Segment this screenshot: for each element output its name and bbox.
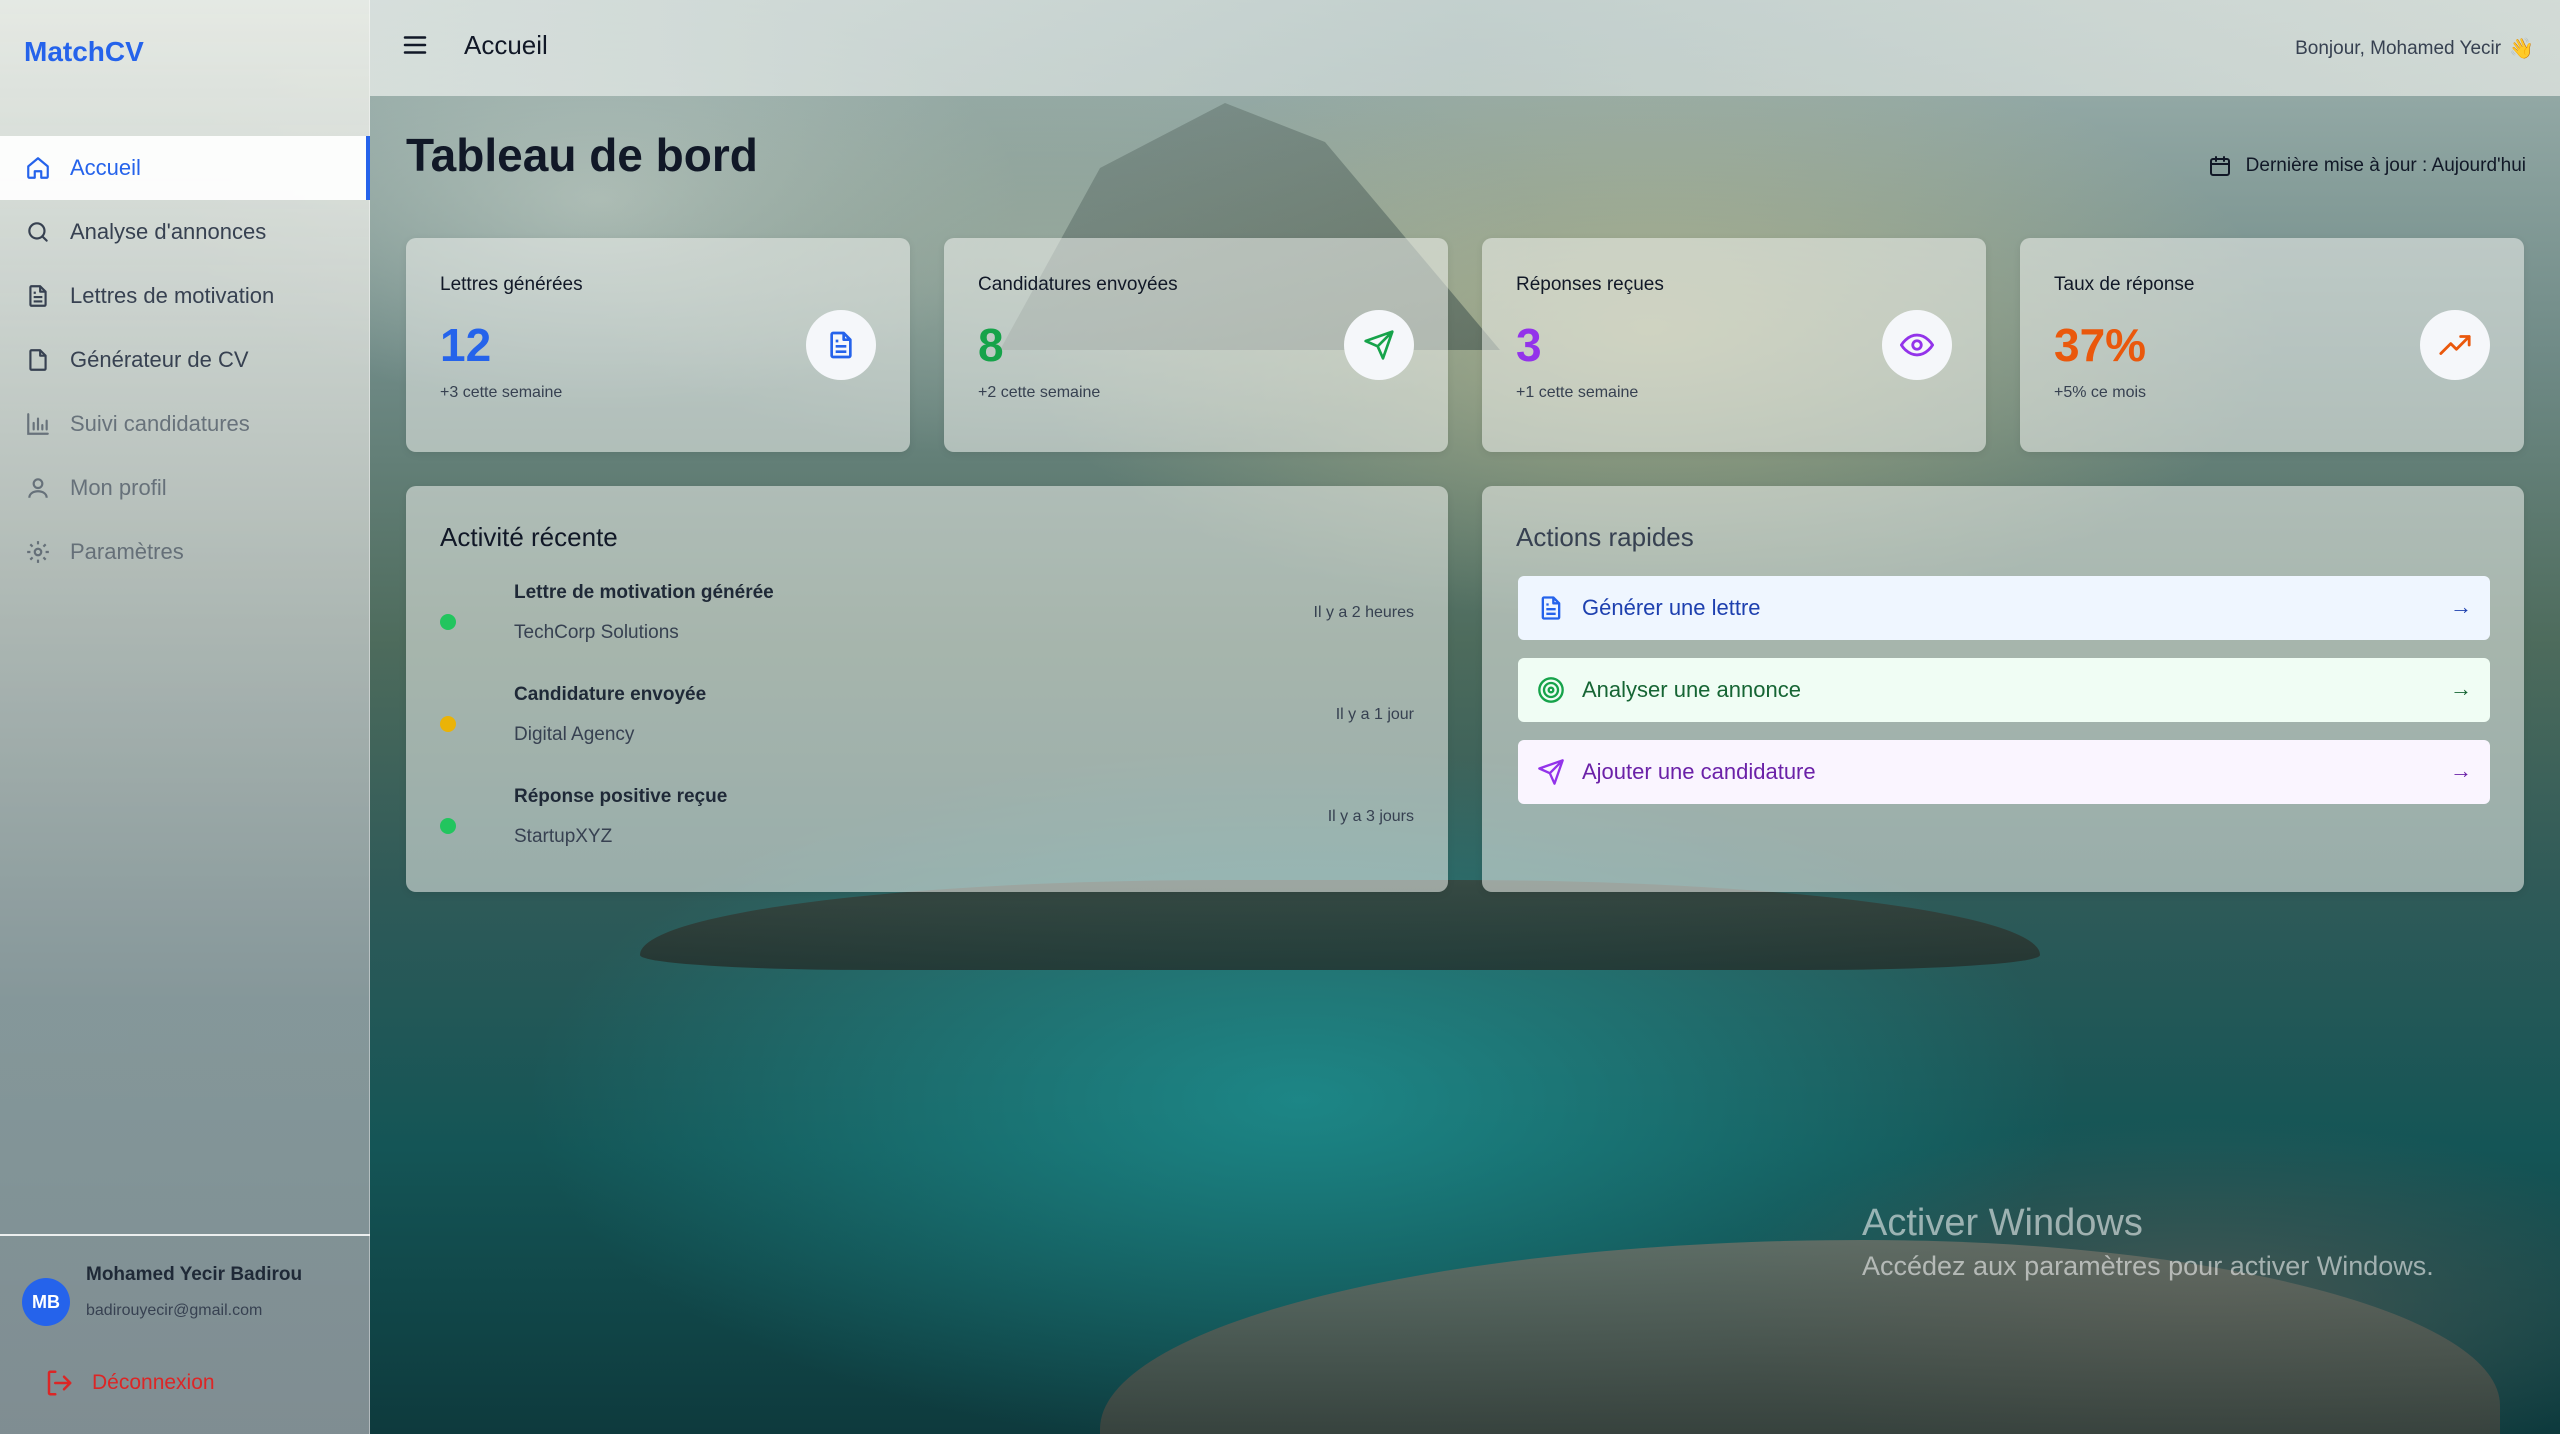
activity-subtitle: StartupXYZ	[514, 826, 613, 847]
activity-subtitle: Digital Agency	[514, 724, 635, 745]
document-icon	[24, 282, 52, 310]
stat-label: Lettres générées	[440, 274, 583, 295]
topbar: Accueil Bonjour, Mohamed Yecir 👋	[370, 0, 2560, 96]
status-dot	[440, 818, 456, 834]
analyze-ad-button[interactable]: Analyser une annonce →	[1518, 658, 2490, 722]
windows-activation-watermark: Activer Windows Accédez aux paramètres p…	[1862, 1202, 2434, 1282]
send-icon	[1344, 310, 1414, 380]
sidebar-item-label: Accueil	[70, 155, 141, 180]
panel-title: Activité récente	[440, 522, 618, 552]
sidebar-item-suivi[interactable]: Suivi candidatures	[0, 392, 370, 456]
activity-title: Réponse positive reçue	[514, 786, 728, 807]
watermark-title: Activer Windows	[1862, 1202, 2143, 1244]
menu-icon[interactable]	[400, 30, 430, 60]
target-icon	[1536, 675, 1566, 705]
stat-label: Candidatures envoyées	[978, 274, 1178, 295]
status-dot	[440, 716, 456, 732]
stat-card-reponses: Réponses reçues 3 +1 cette semaine	[1482, 238, 1986, 452]
send-icon	[1536, 757, 1566, 787]
activity-title: Candidature envoyée	[514, 684, 707, 705]
last-update-text: Dernière mise à jour : Aujourd'hui	[2245, 155, 2526, 176]
stat-card-lettres: Lettres générées 12 +3 cette semaine	[406, 238, 910, 452]
stat-value: 8	[978, 319, 1004, 371]
sidebar: MatchCV Accueil Analyse d'annonces Lettr…	[0, 0, 370, 1434]
eye-icon	[1882, 310, 1952, 380]
wave-icon: 👋	[2509, 38, 2534, 60]
page-title: Tableau de bord	[406, 129, 758, 181]
activity-time: Il y a 2 heures	[1313, 604, 1415, 621]
sidebar-item-generateur-cv[interactable]: Générateur de CV	[0, 328, 370, 392]
arrow-right-icon: →	[2450, 676, 2472, 701]
sidebar-item-analyse[interactable]: Analyse d'annonces	[0, 200, 370, 264]
logout-label: Déconnexion	[92, 1371, 215, 1394]
file-icon	[24, 346, 52, 374]
quick-actions-panel: Actions rapides Générer une lettre → Ana…	[1482, 486, 2524, 892]
last-update: Dernière mise à jour : Aujourd'hui	[2208, 154, 2526, 178]
sidebar-nav: Accueil Analyse d'annonces Lettres de mo…	[0, 136, 370, 584]
action-label: Générer une lettre	[1582, 595, 1761, 620]
gear-icon	[24, 538, 52, 566]
logout-button[interactable]: Déconnexion	[44, 1368, 215, 1398]
document-icon	[806, 310, 876, 380]
sidebar-item-lettres[interactable]: Lettres de motivation	[0, 264, 370, 328]
stat-value: 37%	[2054, 319, 2147, 371]
calendar-icon	[2208, 154, 2232, 178]
panel-title: Actions rapides	[1516, 522, 1694, 552]
greeting-text: Bonjour, Mohamed Yecir	[2295, 37, 2502, 59]
add-application-button[interactable]: Ajouter une candidature →	[1518, 740, 2490, 804]
stat-delta: +3 cette semaine	[440, 384, 563, 401]
search-icon	[24, 218, 52, 246]
sidebar-item-label: Suivi candidatures	[70, 411, 250, 436]
list-item[interactable]: Lettre de motivation générée TechCorp So…	[440, 576, 1414, 656]
action-label: Ajouter une candidature	[1582, 759, 1816, 784]
document-icon	[1536, 593, 1566, 623]
stat-label: Réponses reçues	[1516, 274, 1664, 295]
background-ridge	[640, 880, 2040, 970]
stat-value: 3	[1516, 319, 1542, 371]
stat-value: 12	[440, 319, 492, 371]
sidebar-item-label: Générateur de CV	[70, 347, 249, 372]
sidebar-item-label: Mon profil	[70, 475, 167, 500]
stat-card-candidatures: Candidatures envoyées 8 +2 cette semaine	[944, 238, 1448, 452]
user-email: badirouyecir@gmail.com	[86, 1302, 263, 1319]
sidebar-item-profil[interactable]: Mon profil	[0, 456, 370, 520]
watermark-text: Accédez aux paramètres pour activer Wind…	[1862, 1251, 2434, 1281]
user-icon	[24, 474, 52, 502]
bar-chart-icon	[24, 410, 52, 438]
stat-delta: +2 cette semaine	[978, 384, 1101, 401]
arrow-right-icon: →	[2450, 758, 2472, 783]
sidebar-item-label: Lettres de motivation	[70, 283, 275, 308]
stat-label: Taux de réponse	[2054, 274, 2195, 295]
brand-logo[interactable]: MatchCV	[24, 36, 144, 68]
activity-time: Il y a 1 jour	[1335, 706, 1414, 723]
activity-time: Il y a 3 jours	[1327, 808, 1414, 825]
home-icon	[24, 154, 52, 182]
topbar-title: Accueil	[464, 30, 548, 60]
stat-card-taux: Taux de réponse 37% +5% ce mois	[2020, 238, 2524, 452]
sidebar-item-label: Analyse d'annonces	[70, 219, 267, 244]
sidebar-footer: MB Mohamed Yecir Badirou badirouyecir@gm…	[0, 1234, 370, 1434]
sidebar-item-parametres[interactable]: Paramètres	[0, 520, 370, 584]
activity-subtitle: TechCorp Solutions	[514, 622, 679, 643]
trending-up-icon	[2420, 310, 2490, 380]
stat-delta: +5% ce mois	[2054, 384, 2147, 401]
avatar[interactable]: MB	[22, 1278, 70, 1326]
recent-activity-panel: Activité récente Lettre de motivation gé…	[406, 486, 1448, 892]
sidebar-item-accueil[interactable]: Accueil	[0, 136, 370, 200]
generate-letter-button[interactable]: Générer une lettre →	[1518, 576, 2490, 640]
logout-icon	[44, 1368, 74, 1398]
status-dot	[440, 614, 456, 630]
list-item[interactable]: Candidature envoyée Digital Agency Il y …	[440, 678, 1414, 758]
action-label: Analyser une annonce	[1582, 677, 1801, 702]
stat-delta: +1 cette semaine	[1516, 384, 1639, 401]
user-name: Mohamed Yecir Badirou	[86, 1264, 303, 1285]
list-item[interactable]: Réponse positive reçue StartupXYZ Il y a…	[440, 780, 1414, 860]
arrow-right-icon: →	[2450, 594, 2472, 619]
sidebar-item-label: Paramètres	[70, 539, 184, 564]
activity-title: Lettre de motivation générée	[514, 582, 774, 603]
user-greeting: Bonjour, Mohamed Yecir 👋	[2295, 36, 2534, 61]
